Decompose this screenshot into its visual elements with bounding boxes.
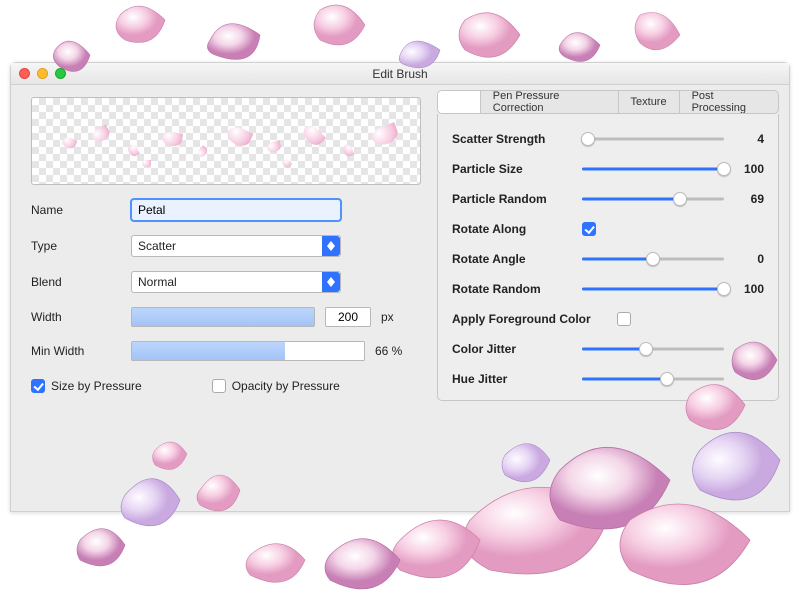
opacity-by-pressure-check[interactable]: Opacity by Pressure [212, 379, 340, 393]
titlebar[interactable]: Edit Brush [11, 63, 789, 85]
apply-fg-label: Apply Foreground Color [452, 312, 607, 326]
right-panel: Pen Pressure Correction Texture Post Pro… [431, 85, 789, 511]
particle-size-value: 100 [734, 162, 764, 176]
rotate-random-value: 100 [734, 282, 764, 296]
rotate-random-label: Rotate Random [452, 282, 572, 296]
tab-post-processing[interactable]: Post Processing [680, 91, 778, 113]
blend-label: Blend [31, 275, 121, 289]
width-value[interactable] [325, 307, 371, 327]
particle-size-slider[interactable] [582, 160, 724, 178]
particle-random-value: 69 [734, 192, 764, 206]
type-value: Scatter [138, 239, 176, 253]
minwidth-label: Min Width [31, 344, 121, 358]
maximize-icon[interactable] [55, 68, 66, 79]
particle-size-label: Particle Size [452, 162, 572, 176]
window-controls [19, 68, 66, 79]
rotate-angle-slider[interactable] [582, 250, 724, 268]
width-label: Width [31, 310, 121, 324]
close-icon[interactable] [19, 68, 30, 79]
minwidth-value: 66 % [375, 344, 415, 358]
rotate-along-label: Rotate Along [452, 222, 572, 236]
rotate-random-slider[interactable] [582, 280, 724, 298]
window-title: Edit Brush [11, 67, 789, 81]
checkbox-icon [212, 379, 226, 393]
width-bar[interactable] [131, 307, 315, 327]
tab-texture[interactable]: Texture [619, 91, 680, 113]
apply-fg-check[interactable] [617, 312, 631, 326]
hue-jitter-label: Hue Jitter [452, 372, 572, 386]
rotate-angle-label: Rotate Angle [452, 252, 572, 266]
minwidth-bar[interactable] [131, 341, 365, 361]
blend-select[interactable]: Normal [131, 271, 341, 293]
chevron-updown-icon [322, 236, 340, 256]
minimize-icon[interactable] [37, 68, 48, 79]
blend-value: Normal [138, 275, 177, 289]
left-panel: Name Type Scatter Blend Normal [11, 85, 431, 511]
particle-random-slider[interactable] [582, 190, 724, 208]
color-jitter-label: Color Jitter [452, 342, 572, 356]
brush-preview [31, 97, 421, 185]
color-jitter-slider[interactable] [582, 340, 724, 358]
particle-random-label: Particle Random [452, 192, 572, 206]
type-select[interactable]: Scatter [131, 235, 341, 257]
tabbar: Pen Pressure Correction Texture Post Pro… [437, 90, 779, 114]
scatter-strength-label: Scatter Strength [452, 132, 572, 146]
rotate-along-check[interactable] [582, 222, 596, 236]
checkbox-icon [31, 379, 45, 393]
scatter-strength-value: 4 [734, 132, 764, 146]
width-unit: px [381, 310, 415, 324]
scatter-strength-slider[interactable] [582, 130, 724, 148]
hue-jitter-slider[interactable] [582, 370, 724, 388]
rotate-angle-value: 0 [734, 252, 764, 266]
tab-pen-pressure[interactable]: Pen Pressure Correction [481, 91, 619, 113]
type-label: Type [31, 239, 121, 253]
edit-brush-window: Edit Brush Name [10, 62, 790, 512]
scatter-panel: Scatter Strength 4 Particle Size 100 [437, 114, 779, 401]
name-label: Name [31, 203, 121, 217]
size-by-pressure-check[interactable]: Size by Pressure [31, 379, 142, 393]
tab-main[interactable] [438, 91, 481, 113]
chevron-updown-icon [322, 272, 340, 292]
name-field[interactable] [131, 199, 341, 221]
